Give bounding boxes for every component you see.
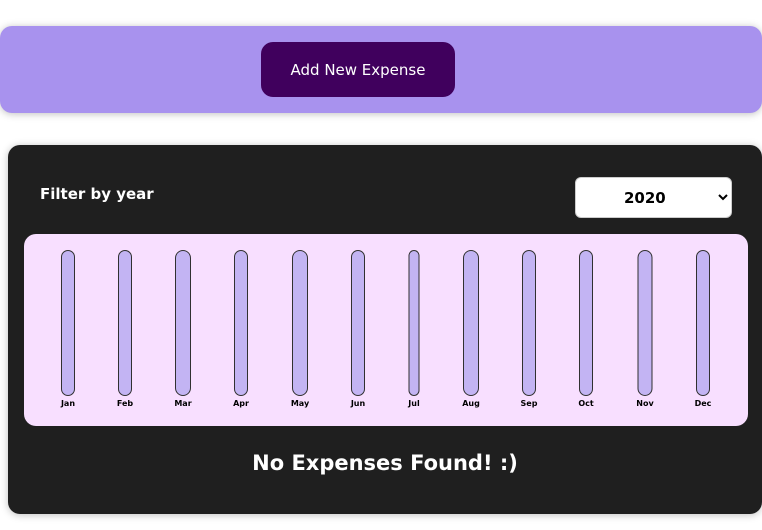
new-expense-panel: Add New Expense bbox=[0, 26, 762, 113]
chart-bar-nov bbox=[637, 250, 653, 396]
chart-bar-label: Jul bbox=[408, 399, 420, 408]
year-filter-select[interactable]: 2020 bbox=[575, 177, 732, 218]
chart-bar-label: Feb bbox=[116, 399, 134, 408]
expenses-chart: Jan Feb Mar Apr May Jun Jul Aug Sep Oct Nov Dec bbox=[24, 234, 748, 426]
chart-bar-track bbox=[696, 250, 710, 396]
chart-bar-jan bbox=[61, 250, 75, 396]
chart-bar-feb bbox=[118, 250, 132, 396]
chart-bar-label: Dec bbox=[694, 399, 712, 408]
chart-bar-track bbox=[234, 250, 248, 396]
chart-bar-track bbox=[463, 250, 479, 396]
chart-bar-track bbox=[175, 250, 191, 396]
chart-bar-label: Oct bbox=[578, 399, 594, 408]
chart-bar-track bbox=[351, 250, 365, 396]
chart-bar-oct bbox=[579, 250, 593, 396]
add-new-expense-button[interactable]: Add New Expense bbox=[261, 42, 455, 97]
expenses-panel: Filter by year 2020 Jan Feb Mar Apr May Jun Ju… bbox=[8, 145, 762, 514]
chart-bar-mar bbox=[175, 250, 191, 396]
chart-bar-sep bbox=[522, 250, 536, 396]
chart-bar-jun bbox=[351, 250, 365, 396]
chart-bar-track bbox=[292, 250, 308, 396]
chart-bar-label: Mar bbox=[174, 399, 192, 408]
chart-bar-label: Aug bbox=[462, 399, 480, 408]
chart-bar-label: May bbox=[290, 399, 310, 408]
chart-bar-label: Apr bbox=[233, 399, 249, 408]
chart-bar-label: Nov bbox=[636, 399, 654, 408]
chart-bar-track bbox=[637, 250, 653, 396]
chart-bar-label: Jun bbox=[350, 399, 366, 408]
chart-bar-label: Jan bbox=[60, 399, 76, 408]
chart-bar-track bbox=[408, 250, 420, 396]
chart-bar-track bbox=[118, 250, 132, 396]
chart-bar-track bbox=[579, 250, 593, 396]
chart-bar-track bbox=[522, 250, 536, 396]
chart-bar-may bbox=[292, 250, 308, 396]
chart-bar-track bbox=[61, 250, 75, 396]
chart-bar-apr bbox=[234, 250, 248, 396]
chart-bar-dec bbox=[696, 250, 710, 396]
chart-bar-jul bbox=[408, 250, 420, 396]
chart-bar-label: Sep bbox=[520, 399, 538, 408]
chart-bar-aug bbox=[463, 250, 479, 396]
no-expenses-message: No Expenses Found! :) bbox=[252, 451, 518, 475]
filter-label: Filter by year bbox=[40, 185, 154, 203]
